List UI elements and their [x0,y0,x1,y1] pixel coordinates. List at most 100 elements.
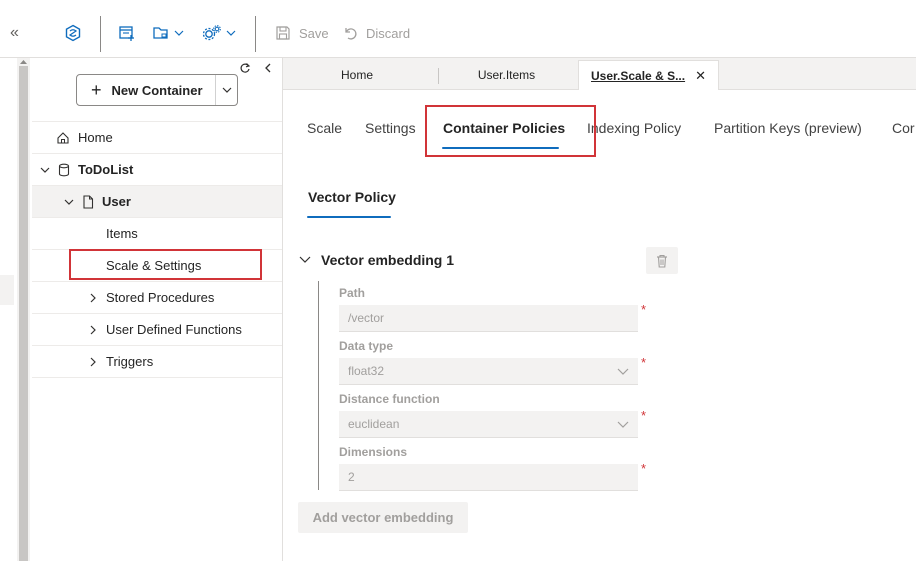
dimensions-value: 2 [348,470,355,484]
subtab-label: Indexing Policy [587,120,682,136]
tree-item-label: ToDoList [78,162,134,177]
close-icon[interactable]: ✕ [695,68,706,84]
distance-function-label: Distance function [339,392,440,406]
new-container-dropdown[interactable] [215,75,237,105]
undo-icon [345,28,357,40]
embedding-group-rule [318,281,319,490]
tab-home[interactable]: Home [283,60,431,90]
chevron-down-icon[interactable] [299,255,311,265]
chevron-down-icon[interactable] [38,165,52,175]
data-type-value: float32 [348,364,385,378]
add-vector-embedding-button[interactable]: Add vector embedding [298,502,468,533]
tree-item-home[interactable]: Home [32,122,282,154]
collapse-tree-icon[interactable] [264,63,272,73]
tree-item-label: Triggers [106,354,154,369]
cosmos-icon[interactable] [64,20,82,46]
subtab-label: Settings [365,120,416,136]
section-tab-vector-policy[interactable]: Vector Policy [308,189,396,205]
save-button[interactable]: Save [275,22,329,44]
tree-item-container[interactable]: User [32,186,282,218]
subtab-label: Container Policies [443,120,566,136]
path-label: Path [339,286,366,300]
tab-strip: Home User.Items User.Scale & S... ✕ [283,58,916,90]
active-subtab-indicator [442,147,559,149]
required-mark: * [641,302,647,317]
chevron-down-icon [174,30,184,36]
add-vector-embedding-label: Add vector embedding [312,510,454,525]
settings-gear-icon[interactable] [202,20,236,46]
tree-item-label: Scale & Settings [106,258,202,273]
new-container-icon[interactable] [118,20,136,46]
subtab-label: Scale [307,120,343,136]
scrollbar-thumb[interactable] [19,66,28,561]
tab-label: User.Scale & S... [591,68,686,83]
tree-item-label: User Defined Functions [106,322,242,337]
database-icon [58,163,70,176]
tree-item-label: Home [78,130,113,145]
tab-label: Home [340,68,373,82]
command-bar: « Save Discard [0,0,916,58]
plus-icon: + [91,80,102,100]
scroll-up-arrow-icon[interactable] [19,59,28,65]
dimensions-label: Dimensions [339,445,408,459]
new-container-main[interactable]: + New Container [77,75,215,105]
chevron-down-icon[interactable] [62,197,76,207]
data-type-select[interactable]: float32 [339,358,638,385]
refresh-icon[interactable] [239,62,251,74]
subtab-label: Cor [892,120,915,136]
tree-item-scale-settings[interactable]: Scale & Settings [32,250,282,282]
required-mark: * [641,408,647,423]
resource-tree: + New Container Home ToDoList User Items… [32,58,283,561]
subtab-partition-keys[interactable]: Partition Keys (preview) [714,120,862,136]
subtab-settings[interactable]: Settings [365,120,416,136]
open-folder-icon[interactable] [152,20,184,46]
gutter-marker [0,275,14,305]
section-tab-label: Vector Policy [308,189,396,205]
new-container-label: New Container [111,82,203,98]
tree-item-label: Items [106,226,138,241]
chevron-right-icon[interactable] [86,325,100,335]
chevron-right-icon[interactable] [86,357,100,367]
home-icon [57,131,69,144]
tree-item-label: Stored Procedures [106,290,215,305]
tab-label: User.Items [477,68,536,82]
tab-user-items[interactable]: User.Items [439,60,574,90]
new-container-button[interactable]: + New Container [76,74,238,106]
required-mark: * [641,461,647,476]
vector-embedding-header[interactable]: Vector embedding 1 [299,252,454,268]
save-label: Save [299,25,329,41]
dimensions-input[interactable]: 2 [339,464,638,491]
chevron-down-icon [617,421,629,428]
tree-item-items[interactable]: Items [32,218,282,250]
tab-user-scale-settings[interactable]: User.Scale & S... ✕ [578,60,719,90]
tree-item-triggers[interactable]: Triggers [32,346,282,378]
path-value: /vector [348,311,385,325]
subtab-indexing-policy[interactable]: Indexing Policy [587,120,681,136]
subtab-scale[interactable]: Scale [307,120,342,136]
tree-item-stored-procedures[interactable]: Stored Procedures [32,282,282,314]
subtab-container-policies[interactable]: Container Policies [443,120,565,136]
settings-panel: Scale Settings Container Policies Indexi… [283,90,916,561]
subtab-label: Partition Keys (preview) [714,120,862,136]
collapse-left-icon[interactable]: « [10,20,19,46]
chevron-down-icon [222,87,231,93]
save-icon [276,26,290,40]
distance-function-select[interactable]: euclidean [339,411,638,438]
discard-label: Discard [366,25,411,41]
chevron-down-icon [617,368,629,375]
tree-item-database[interactable]: ToDoList [32,154,282,186]
required-mark: * [641,355,647,370]
delete-embedding-button[interactable] [646,247,678,274]
distance-function-value: euclidean [348,417,400,431]
data-type-label: Data type [339,339,394,353]
discard-button[interactable]: Discard [342,22,410,44]
chevron-down-icon [226,30,236,36]
document-icon [83,194,94,209]
path-input[interactable]: /vector [339,305,638,332]
trash-icon [657,254,667,268]
tree-item-label: User [102,194,131,209]
subtab-computed-properties[interactable]: Cor [892,120,915,136]
tree-item-user-defined-functions[interactable]: User Defined Functions [32,314,282,346]
chevron-right-icon[interactable] [86,293,100,303]
vector-embedding-title: Vector embedding 1 [321,252,455,268]
